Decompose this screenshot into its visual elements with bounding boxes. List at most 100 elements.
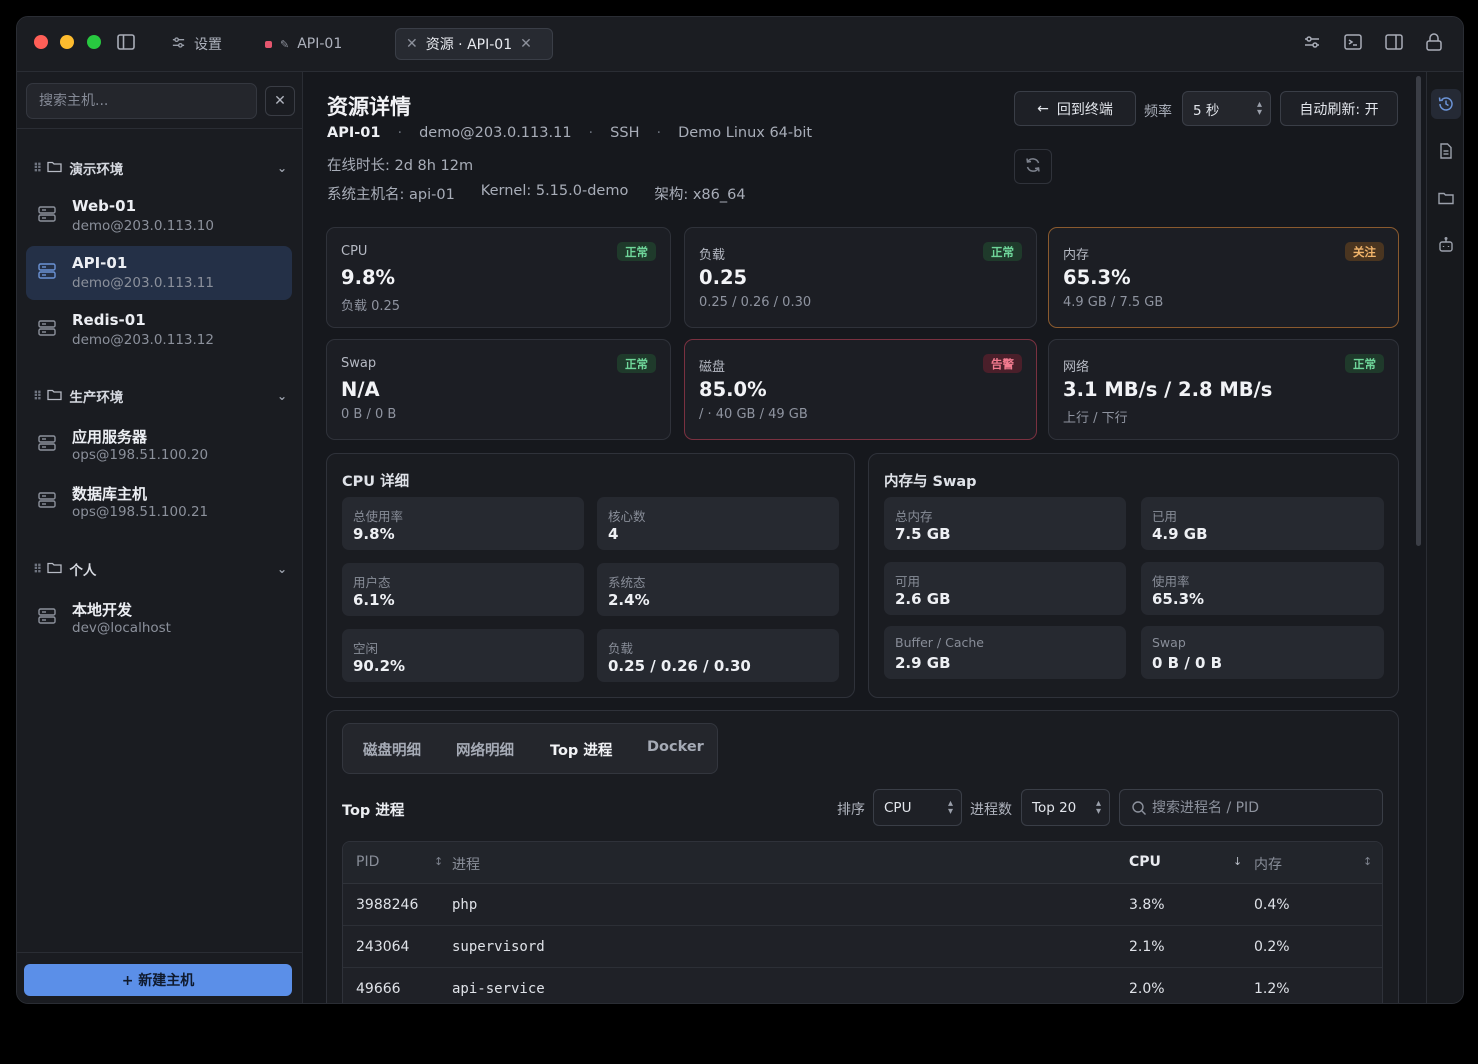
metric-card-network: 网络 正常 3.1 MB/s / 2.8 MB/s 上行 / 下行 <box>1048 339 1399 440</box>
filter-icon[interactable] <box>1301 31 1323 53</box>
tab-docker[interactable]: Docker <box>647 739 704 755</box>
metric-card-disk: 磁盘 告警 85.0% / · 40 GB / 49 GB <box>684 339 1037 440</box>
resource-detail-main: 资源详情 API-01 · demo@203.0.113.11 · SSH · … <box>304 72 1426 1003</box>
uptime: 在线时长: 2d 8h 12m <box>327 158 474 174</box>
tab-terminal-api01[interactable]: ✎ API-01 <box>255 28 352 60</box>
process-search-input[interactable] <box>1152 790 1372 825</box>
metric-sub: 负载 0.25 <box>341 299 401 314</box>
metric-label: 网络 <box>1063 360 1090 375</box>
stat-value: 4.9 GB <box>1152 525 1208 543</box>
stat-value: 2.4% <box>608 591 650 609</box>
select-value: 5 秒 <box>1193 102 1220 119</box>
split-view-icon[interactable] <box>1383 31 1405 53</box>
stat-label: 系统态 <box>608 575 646 590</box>
stat-value: 9.8% <box>353 525 395 543</box>
auto-refresh-toggle[interactable]: 自动刷新: 开 <box>1280 91 1398 126</box>
sort-icon[interactable]: ↕ <box>1363 855 1372 868</box>
user-address: demo@203.0.113.11 <box>419 125 572 141</box>
cell-process: php <box>452 897 478 913</box>
divider <box>17 952 303 953</box>
table-row[interactable]: 243064 supervisord 2.1% 0.2% <box>343 926 1382 968</box>
stat-total-usage: 总使用率 9.8% <box>342 497 584 550</box>
table-row[interactable]: 3988246 php 3.8% 0.4% <box>343 884 1382 926</box>
host-item-api01[interactable]: API-01 demo@203.0.113.11 <box>26 246 292 300</box>
tab-settings[interactable]: 设置 <box>161 28 232 60</box>
sidebar-toggle-icon[interactable] <box>115 31 137 53</box>
status-badge: 正常 <box>617 242 656 261</box>
metric-sub: 上行 / 下行 <box>1063 411 1128 426</box>
maximize-window-button[interactable] <box>87 35 101 49</box>
server-icon <box>37 433 57 453</box>
host-item-db-host[interactable]: 数据库主机 ops@198.51.100.21 <box>26 475 292 529</box>
folder-icon[interactable] <box>1431 183 1461 213</box>
tab-network-detail[interactable]: 网络明细 <box>456 739 514 760</box>
group-production[interactable]: ⠿ 生产环境 ⌄ <box>33 385 289 407</box>
drag-handle-icon[interactable]: ⠿ <box>33 389 42 403</box>
sort-icon[interactable]: ↕ <box>434 855 443 868</box>
tab-label: API-01 <box>297 36 343 52</box>
host-item-local-dev[interactable]: 本地开发 dev@localhost <box>26 591 292 645</box>
stat-label: 使用率 <box>1152 574 1190 589</box>
stat-label: Buffer / Cache <box>895 635 984 650</box>
column-process[interactable]: 进程 <box>452 854 480 874</box>
sort-label: 排序 <box>837 802 865 818</box>
group-personal[interactable]: ⠿ 个人 ⌄ <box>33 558 289 580</box>
close-tab-icon[interactable]: ✕ <box>406 36 418 52</box>
button-label: 回到终端 <box>1056 101 1113 118</box>
metric-label: Swap <box>341 356 377 371</box>
updown-icon: ▴ ▾ <box>1256 98 1262 118</box>
tab-disk-detail[interactable]: 磁盘明细 <box>363 739 421 760</box>
metric-sub: 4.9 GB / 7.5 GB <box>1063 295 1164 310</box>
close-window-button[interactable] <box>34 35 48 49</box>
chevron-down-icon[interactable]: ⌄ <box>277 389 287 403</box>
stat-value: 65.3% <box>1152 590 1205 608</box>
column-memory[interactable]: 内存 <box>1254 854 1282 874</box>
tab-label: 设置 <box>194 37 222 53</box>
stat-label: 可用 <box>895 574 921 589</box>
page-title: 资源详情 <box>327 95 411 119</box>
process-search <box>1119 789 1383 826</box>
metric-label: CPU <box>341 244 368 259</box>
close-tab-icon[interactable]: ✕ <box>520 36 532 52</box>
sort-desc-icon[interactable]: ↓ <box>1233 855 1242 868</box>
group-demo[interactable]: ⠿ 演示环境 ⌄ <box>33 157 289 179</box>
drag-handle-icon[interactable]: ⠿ <box>33 562 42 576</box>
process-panel: 磁盘明细 网络明细 Top 进程 Docker Top 进程 排序 CPU ▴ ▾… <box>326 710 1399 1003</box>
separator: · <box>656 125 662 141</box>
lock-icon[interactable] <box>1423 31 1445 53</box>
host-search-input[interactable] <box>27 84 256 118</box>
chevron-down-icon[interactable]: ⌄ <box>277 562 287 576</box>
sort-select[interactable]: CPU ▴ ▾ <box>873 789 962 826</box>
scrollbar[interactable] <box>1416 76 1421 546</box>
table-row[interactable]: 49666 api-service 2.0% 1.2% <box>343 968 1382 1003</box>
robot-icon[interactable] <box>1431 230 1461 260</box>
clear-search-button[interactable]: ✕ <box>265 86 295 116</box>
new-host-button[interactable]: + 新建主机 <box>24 964 292 996</box>
column-cpu[interactable]: CPU <box>1129 854 1161 870</box>
host-search <box>26 83 257 119</box>
tab-top-processes[interactable]: Top 进程 <box>550 739 612 760</box>
metric-card-cpu: CPU 正常 9.8% 负载 0.25 <box>326 227 671 328</box>
metric-value: N/A <box>341 378 380 401</box>
host-item-redis01[interactable]: Redis-01 demo@203.0.113.12 <box>26 303 292 357</box>
document-icon[interactable] <box>1431 136 1461 166</box>
chevron-down-icon[interactable]: ⌄ <box>277 161 287 175</box>
back-to-terminal-button[interactable]: ← 回到终端 <box>1014 91 1136 126</box>
drag-handle-icon[interactable]: ⠿ <box>33 161 42 175</box>
terminal-icon[interactable] <box>1342 31 1364 53</box>
metric-value: 0.25 <box>699 266 748 289</box>
host-name: Redis-01 <box>72 311 146 329</box>
arch: 架构: x86_64 <box>654 187 746 203</box>
host-item-web01[interactable]: Web-01 demo@203.0.113.10 <box>26 189 292 243</box>
history-icon[interactable] <box>1431 89 1461 119</box>
count-select[interactable]: Top 20 ▴ ▾ <box>1021 789 1110 826</box>
tab-resource-api01[interactable]: ✕ 资源 · API-01 ✕ <box>395 28 553 60</box>
host-item-app-server[interactable]: 应用服务器 ops@198.51.100.20 <box>26 418 292 472</box>
tab-label: 资源 · API-01 <box>425 37 513 53</box>
refresh-button[interactable] <box>1014 149 1052 184</box>
column-pid[interactable]: PID <box>356 854 379 870</box>
group-label: 生产环境 <box>69 390 124 406</box>
status-badge: 关注 <box>1345 242 1384 261</box>
minimize-window-button[interactable] <box>60 35 74 49</box>
frequency-select[interactable]: 5 秒 ▴ ▾ <box>1182 91 1271 126</box>
